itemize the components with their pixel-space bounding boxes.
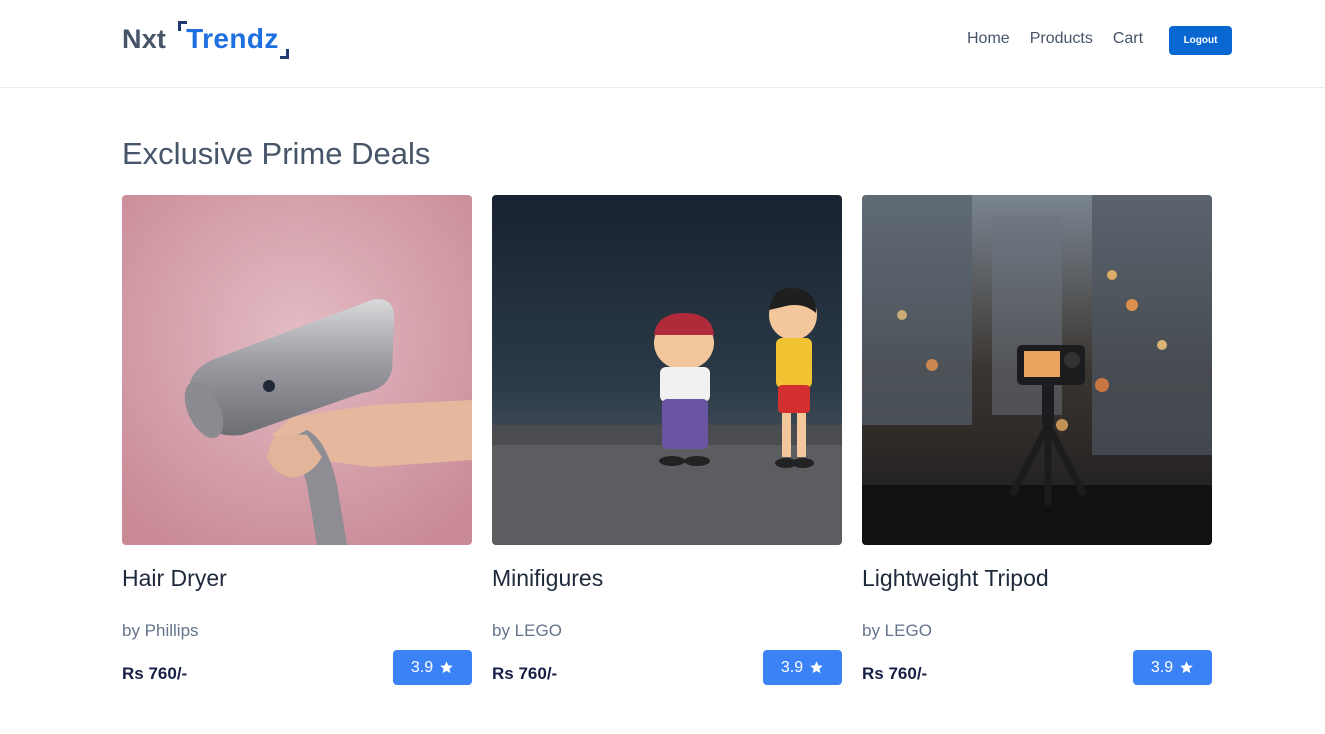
product-brand: by Phillips [122,621,199,640]
logo-bracket-top-left [178,21,188,31]
navbar: Nxt Trendz Home Products Cart Logout [0,0,1325,88]
product-brand: by LEGO [492,621,562,640]
logo-text-trendz: Trendz [186,23,279,54]
star-icon [809,660,824,675]
section-title: Exclusive Prime Deals [122,136,431,171]
star-icon [439,660,454,675]
product-image-minifigures [492,195,842,545]
website-logo[interactable]: Nxt Trendz [122,18,292,60]
logo-text-nxt: Nxt [122,23,167,54]
rating-badge: 3.9 [393,650,472,685]
logo-bracket-bottom-right [279,49,289,59]
product-price: Rs 760/- [122,664,188,683]
rating-value: 3.9 [410,658,434,676]
logo-trendz-frame: Trendz [178,19,289,59]
logout-button[interactable]: Logout [1169,26,1232,55]
product-card-lightweight-tripod[interactable]: Lightweight Tripod by LEGO Rs 760/- 3.9 [862,195,1212,690]
nav-menu: Home Products Cart [967,30,1143,48]
nav-link-home[interactable]: Home [967,30,1010,48]
product-price: Rs 760/- [862,664,928,683]
star-icon [1179,660,1194,675]
rating-badge: 3.9 [1133,650,1212,685]
nav-link-products[interactable]: Products [1030,30,1093,48]
product-card-hair-dryer[interactable]: Hair Dryer by Phillips Rs 760/- 3.9 [122,195,472,690]
rating-value: 3.9 [780,658,804,676]
product-card-minifigures[interactable]: Minifigures by LEGO Rs 760/- 3.9 [492,195,842,690]
product-name: Minifigures [492,565,604,591]
product-brand: by LEGO [862,621,932,640]
rating-badge: 3.9 [763,650,842,685]
nav-link-cart[interactable]: Cart [1113,30,1143,48]
product-image-lightweight-tripod [862,195,1212,545]
product-image-hair-dryer [122,195,472,545]
product-name: Lightweight Tripod [862,565,1049,591]
product-price: Rs 760/- [492,664,558,683]
product-name: Hair Dryer [122,565,227,591]
rating-value: 3.9 [1150,658,1174,676]
